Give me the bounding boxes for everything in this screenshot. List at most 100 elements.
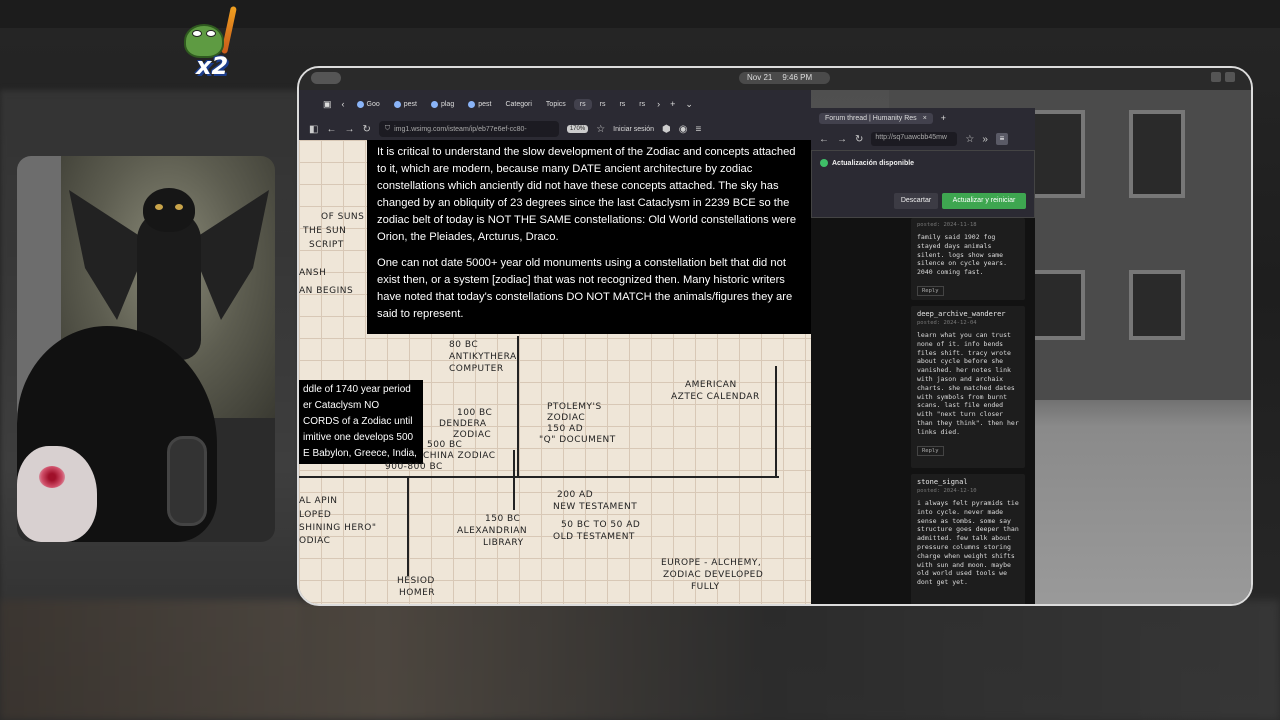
- bookmark-star-icon[interactable]: ☆: [596, 124, 605, 135]
- stream-scene: x2 Nov 21 9:46 PM ▣ ‹ Goo pest plag pest…: [0, 0, 1280, 720]
- browser-tab[interactable]: pest: [462, 99, 497, 110]
- reply-button[interactable]: Reply: [917, 445, 944, 456]
- browser-tab[interactable]: rs: [594, 99, 612, 110]
- google-icon: [356, 100, 364, 108]
- chart-label: Dendera: [439, 419, 487, 429]
- extension-icon[interactable]: ◉: [679, 124, 688, 135]
- tray-indicators: [1211, 72, 1235, 82]
- chart-label: Alexandrian: [457, 526, 528, 536]
- address-text: img1.wsimg.com/isteam/ip/eb77e6ef-cc80-: [394, 125, 527, 133]
- system-top-bar: Nov 21 9:46 PM: [299, 68, 1251, 90]
- chart-label: 100 BC: [457, 408, 493, 418]
- address-bar[interactable]: http://sq7uawcbb45mw: [871, 132, 958, 146]
- browser-tab[interactable]: Topics: [540, 99, 572, 110]
- overflow-icon[interactable]: »: [982, 134, 988, 145]
- browser-tab[interactable]: plag: [425, 99, 460, 110]
- timeline-axis: [299, 476, 779, 478]
- browser-window-document: ▣ ‹ Goo pest plag pest Categori Topics r…: [299, 90, 811, 604]
- signin-button[interactable]: Iniciar sesión: [613, 126, 654, 133]
- building-window: [1129, 270, 1185, 340]
- chart-label: Antikythera: [449, 352, 517, 362]
- back-icon[interactable]: ←: [819, 134, 829, 145]
- shield-icon: ⛉: [384, 125, 391, 132]
- browser-tab-active[interactable]: Forum thread | Humanity Res ×: [819, 112, 933, 124]
- browser-window-forum: Forum thread | Humanity Res × + ← → ↻ htt…: [811, 108, 1035, 604]
- chart-label: Fully: [691, 582, 720, 592]
- mask-eye: [39, 466, 65, 488]
- post-date: posted: 2024-12-04: [917, 320, 977, 326]
- forward-icon[interactable]: →: [344, 124, 354, 135]
- building-window: [1029, 270, 1085, 340]
- timeline-marker: [775, 366, 777, 476]
- post-date: posted: 2024-11-18: [917, 222, 977, 228]
- tab-scroll-left-icon[interactable]: ‹: [338, 99, 349, 109]
- new-tab-icon[interactable]: +: [937, 113, 950, 123]
- tab-overview-icon[interactable]: ▣: [319, 99, 336, 110]
- frog-emote: x2: [182, 4, 244, 80]
- chart-label: Library: [483, 538, 524, 548]
- update-notification: Actualización disponible Descartar Actua…: [811, 150, 1035, 218]
- background-blur-bottom: [0, 600, 1280, 720]
- update-restart-button[interactable]: Actualizar y reiniciar: [942, 193, 1026, 209]
- chart-label: 50 BC to 50 AD: [561, 520, 641, 530]
- close-icon[interactable]: ×: [923, 115, 927, 122]
- clock-date: Nov 21: [747, 73, 773, 82]
- sidebar-icon[interactable]: ◧: [309, 124, 318, 135]
- clock: Nov 21 9:46 PM: [739, 72, 831, 84]
- browser-tab-bar: Forum thread | Humanity Res × +: [811, 108, 1035, 128]
- menu-icon[interactable]: ≡: [995, 133, 1008, 145]
- dismiss-button[interactable]: Descartar: [894, 193, 938, 209]
- post-body: learn what you can trust none of it. inf…: [917, 331, 1019, 436]
- browser-nav-bar: ◧ ← → ↻ ⛉ img1.wsimg.com/isteam/ip/eb77e…: [299, 118, 811, 140]
- chart-label: New Testament: [553, 502, 638, 512]
- update-title: Actualización disponible: [832, 159, 915, 167]
- forum-post: stone_signal posted: 2024-12-10 i always…: [911, 474, 1025, 604]
- wordpress-icon: [468, 100, 476, 108]
- post-username: deep_archive_wanderer: [917, 310, 1006, 318]
- extension-icon[interactable]: ⬢: [662, 124, 671, 135]
- document-paragraph: It is critical to understand the slow de…: [377, 146, 797, 243]
- google-icon: [393, 100, 401, 108]
- streamer-mask: [17, 446, 97, 542]
- forum-post: deep_archive_wanderer posted: 2024-12-04…: [911, 306, 1025, 468]
- browser-tab[interactable]: pest: [388, 99, 423, 110]
- reply-button[interactable]: Reply: [917, 285, 944, 296]
- browser-tab[interactable]: Goo: [351, 99, 386, 110]
- chart-label: the Sun: [303, 226, 347, 236]
- new-tab-icon[interactable]: +: [666, 99, 679, 109]
- post-date: posted: 2024-12-10: [917, 488, 977, 494]
- tray-icon[interactable]: [1225, 72, 1235, 82]
- post-body: family said 1902 fog stayed days animals…: [917, 233, 1008, 277]
- browser-tab[interactable]: Categori: [499, 99, 537, 110]
- chevron-down-icon[interactable]: ⌄: [681, 99, 697, 110]
- bookmark-star-icon[interactable]: ☆: [965, 134, 974, 145]
- browser-tab-bar: ▣ ‹ Goo pest plag pest Categori Topics r…: [299, 90, 811, 118]
- chart-label: Europe - Alchemy,: [661, 558, 762, 568]
- address-bar[interactable]: ⛉ img1.wsimg.com/isteam/ip/eb77e6ef-cc80…: [378, 121, 559, 137]
- reload-icon[interactable]: ↻: [362, 124, 370, 135]
- browser-tab-active[interactable]: rs: [573, 98, 592, 110]
- browser-tab[interactable]: rs: [633, 99, 651, 110]
- reload-icon[interactable]: ↻: [855, 134, 863, 145]
- forward-icon[interactable]: →: [837, 134, 847, 145]
- chart-label: Aztec Calendar: [671, 392, 760, 402]
- streamer: [17, 326, 275, 542]
- browser-tab[interactable]: rs: [613, 99, 631, 110]
- chart-label: Computer: [449, 364, 504, 374]
- screen-capture: Nov 21 9:46 PM ▣ ‹ Goo pest plag pest Ca…: [297, 66, 1253, 606]
- chart-label: China Zodiac: [423, 451, 496, 461]
- menu-icon[interactable]: ≡: [696, 124, 702, 135]
- zoom-level[interactable]: 170%: [566, 125, 589, 133]
- browser-nav-bar: ← → ↻ http://sq7uawcbb45mw ☆ » ≡: [811, 128, 1035, 150]
- tray-icon[interactable]: [1211, 72, 1221, 82]
- update-icon: [820, 159, 828, 167]
- chart-label: of Suns: [321, 212, 365, 222]
- chart-label: Ptolemy's: [547, 402, 602, 412]
- timeline-marker: [513, 450, 515, 510]
- post-body: i always felt pyramids tie into cycle. n…: [917, 499, 1019, 587]
- post-username: stone_signal: [917, 478, 968, 486]
- chart-label: 80 BC: [449, 340, 479, 350]
- tab-scroll-right-icon[interactable]: ›: [653, 99, 664, 109]
- chart-label: an Begins: [299, 286, 354, 296]
- back-icon[interactable]: ←: [326, 124, 336, 135]
